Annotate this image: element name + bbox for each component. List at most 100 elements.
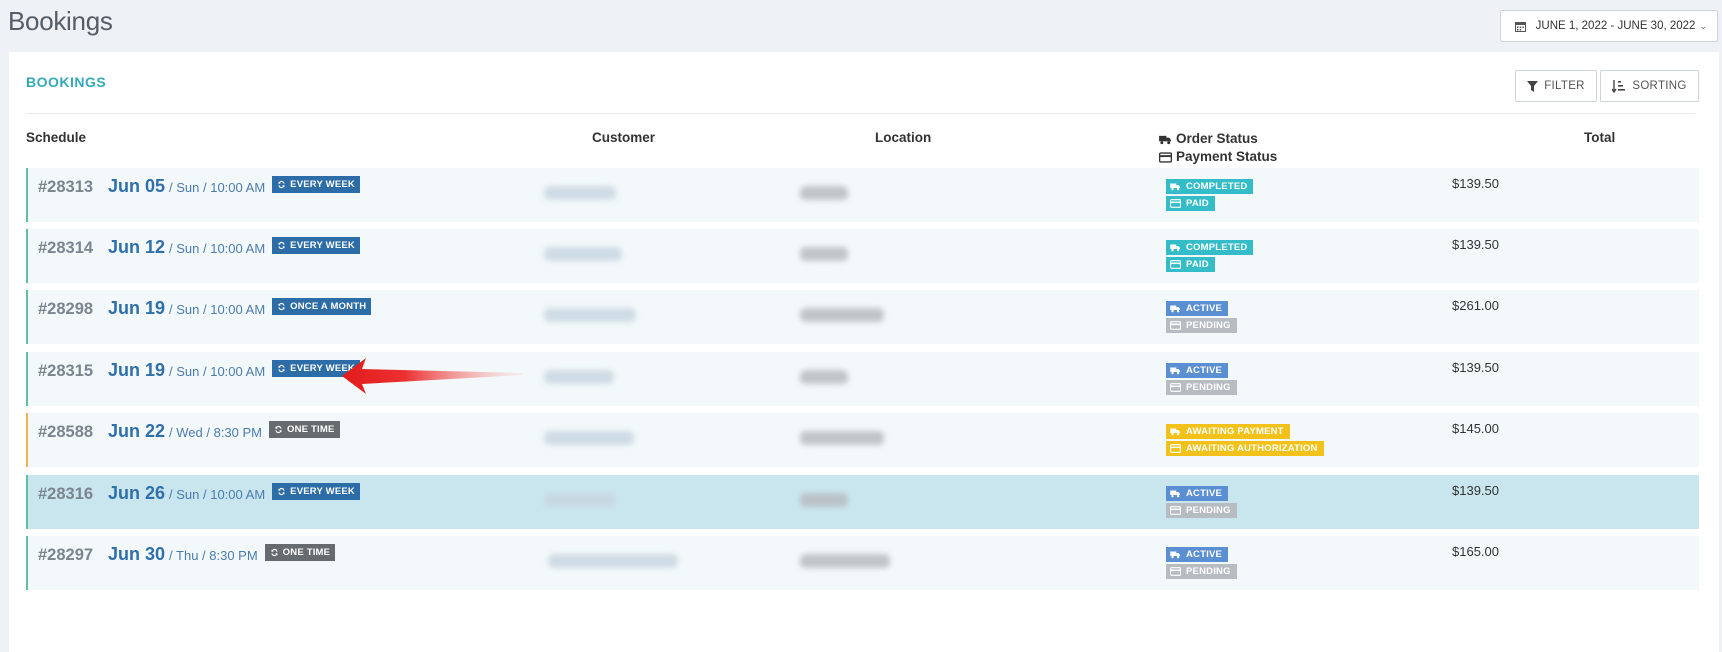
frequency-label: ONE TIME (282, 547, 331, 558)
order-status-label: ACTIVE (1186, 303, 1223, 314)
frequency-label: ONE TIME (287, 424, 335, 435)
payment-status-badge: PENDING (1166, 380, 1237, 395)
customer-name-redacted[interactable] (544, 308, 636, 322)
booking-total: $139.50 (1452, 360, 1499, 375)
booking-date[interactable]: Jun 12 (108, 237, 165, 257)
table-row[interactable]: #28315 Jun 19/ Sun / 10:00 AM EVERY WEEK … (26, 352, 1699, 406)
booking-date-link[interactable]: Jun 19 / Sun / 10:00 AM ONCE A MONTH (108, 298, 372, 319)
booking-date[interactable]: Jun 30 (108, 544, 165, 564)
sorting-label: SORTING (1632, 80, 1687, 92)
truck-icon (1170, 427, 1181, 436)
booking-date[interactable]: Jun 19 (108, 298, 165, 318)
booking-id[interactable]: #28297 (38, 546, 93, 565)
booking-id[interactable]: #28298 (38, 300, 93, 319)
truck-icon (1170, 366, 1181, 375)
order-status-label: ACTIVE (1186, 488, 1223, 499)
customer-name-redacted[interactable] (544, 431, 634, 445)
location-redacted (800, 247, 848, 261)
col-schedule[interactable]: Schedule (26, 130, 86, 145)
col-payment-status[interactable]: Payment Status (1176, 148, 1277, 166)
booking-date[interactable]: Jun 22 (108, 421, 165, 441)
booking-date-link[interactable]: Jun 19/ Sun / 10:00 AM EVERY WEEK (108, 360, 360, 381)
booking-total: $145.00 (1452, 421, 1499, 436)
booking-date-link[interactable]: Jun 12 / Sun / 10:00 AM EVERY WEEK (108, 237, 360, 258)
payment-status-badge: AWAITING AUTHORIZATION (1166, 441, 1324, 456)
booking-id[interactable]: #28316 (38, 485, 93, 504)
col-location[interactable]: Location (875, 130, 931, 145)
credit-card-icon (1159, 152, 1172, 163)
table-row[interactable]: #28314 Jun 12/ Sun / 10:00 AM EVERY WEEK … (26, 229, 1699, 283)
calendar-icon (1514, 21, 1526, 32)
booking-total: $139.50 (1452, 483, 1499, 498)
booking-meta: / Thu / 8:30 PM (169, 548, 258, 563)
booking-date-link[interactable]: Jun 22 / Wed / 8:30 PM ONE TIME (108, 421, 340, 442)
customer-name-redacted[interactable] (544, 247, 622, 261)
order-status-label: ACTIVE (1186, 365, 1223, 376)
booking-date-link[interactable]: Jun 30 / Thu / 8:30 PM ONE TIME (108, 544, 336, 565)
booking-date[interactable]: Jun 05 (108, 176, 165, 196)
col-customer[interactable]: Customer (592, 130, 655, 145)
booking-id[interactable]: #28315 (38, 362, 93, 381)
frequency-badge: EVERY WEEK (272, 483, 360, 500)
table-row[interactable]: #28313 Jun 05/ Sun / 10:00 AM EVERY WEEK … (26, 168, 1699, 222)
status-badges: COMPLETED PAID (1166, 240, 1254, 274)
booking-id[interactable]: #28313 (38, 178, 93, 197)
booking-date-link[interactable]: Jun 26 / Sun / 10:00 AM EVERY WEEK (108, 483, 360, 504)
table-row[interactable]: #28316 Jun 26/ Sun / 10:00 AM EVERY WEEK … (26, 475, 1699, 529)
order-status-badge: ACTIVE (1166, 363, 1229, 378)
payment-status-label: AWAITING AUTHORIZATION (1186, 443, 1318, 454)
customer-name-redacted[interactable] (544, 186, 616, 200)
payment-status-badge: PAID (1166, 257, 1215, 272)
credit-card-icon (1170, 260, 1181, 269)
order-status-label: AWAITING PAYMENT (1186, 426, 1284, 437)
frequency-badge: EVERY WEEK (272, 176, 360, 193)
booking-date-link[interactable]: Jun 05 / Sun / 10:00 AM EVERY WEEK (108, 176, 360, 197)
frequency-badge: ONCE A MONTH (272, 298, 372, 315)
payment-status-label: PENDING (1186, 382, 1231, 393)
status-badges: ACTIVE PENDING (1166, 486, 1237, 520)
location-redacted (800, 554, 890, 568)
order-status-badge: ACTIVE (1166, 547, 1229, 562)
status-badges: ACTIVE PENDING (1166, 547, 1237, 581)
location-redacted (800, 431, 884, 445)
order-status-badge: COMPLETED (1166, 179, 1254, 194)
col-total[interactable]: Total (1584, 130, 1615, 145)
credit-card-icon (1170, 444, 1181, 453)
location-redacted (800, 370, 848, 384)
booking-total: $139.50 (1452, 237, 1499, 252)
payment-status-label: PAID (1186, 198, 1209, 209)
booking-meta: / Sun / 10:00 AM (169, 487, 266, 502)
booking-meta: / Sun / 10:00 AM (169, 241, 266, 256)
filter-button[interactable]: FILTER (1515, 70, 1597, 102)
customer-name-redacted[interactable] (544, 493, 616, 507)
frequency-label: ONCE A MONTH (290, 301, 367, 312)
credit-card-icon (1170, 199, 1181, 208)
credit-card-icon (1170, 383, 1181, 392)
booking-date[interactable]: Jun 26 (108, 483, 165, 503)
order-status-label: COMPLETED (1186, 181, 1248, 192)
customer-name-redacted[interactable] (548, 554, 678, 568)
truck-icon (1170, 182, 1181, 191)
frequency-label: EVERY WEEK (290, 240, 355, 251)
credit-card-icon (1170, 321, 1181, 330)
table-row[interactable]: #28298 Jun 19 / Sun / 10:00 AM ONCE A MONT… (26, 290, 1699, 344)
payment-status-badge: PENDING (1166, 503, 1237, 518)
date-range-button[interactable]: JUNE 1, 2022 - JUNE 30, 2022 ⌄ (1499, 10, 1718, 42)
booking-date[interactable]: Jun 19 (108, 360, 165, 380)
table-row[interactable]: #28297 Jun 30 / Thu / 8:30 PM ONE TIME ACT… (26, 536, 1699, 590)
sorting-button[interactable]: SORTING (1600, 70, 1699, 102)
table-row[interactable]: #28588 Jun 22 / Wed / 8:30 PM ONE TIME AWA… (26, 413, 1699, 467)
booking-id[interactable]: #28588 (38, 423, 93, 442)
order-status-badge: AWAITING PAYMENT (1166, 424, 1290, 439)
repeat-icon (277, 180, 286, 189)
frequency-label: EVERY WEEK (290, 486, 355, 497)
col-order-status[interactable]: Order Status (1176, 130, 1258, 148)
page-title: Bookings (8, 6, 113, 36)
status-badges: AWAITING PAYMENT AWAITING AUTHORIZATION (1166, 424, 1324, 458)
customer-name-redacted[interactable] (544, 370, 614, 384)
booking-id[interactable]: #28314 (38, 239, 93, 258)
filter-label: FILTER (1544, 80, 1585, 92)
payment-status-badge: PENDING (1166, 318, 1237, 333)
booking-meta: / Wed / 8:30 PM (169, 425, 262, 440)
red-arrow-annotation (342, 358, 522, 394)
